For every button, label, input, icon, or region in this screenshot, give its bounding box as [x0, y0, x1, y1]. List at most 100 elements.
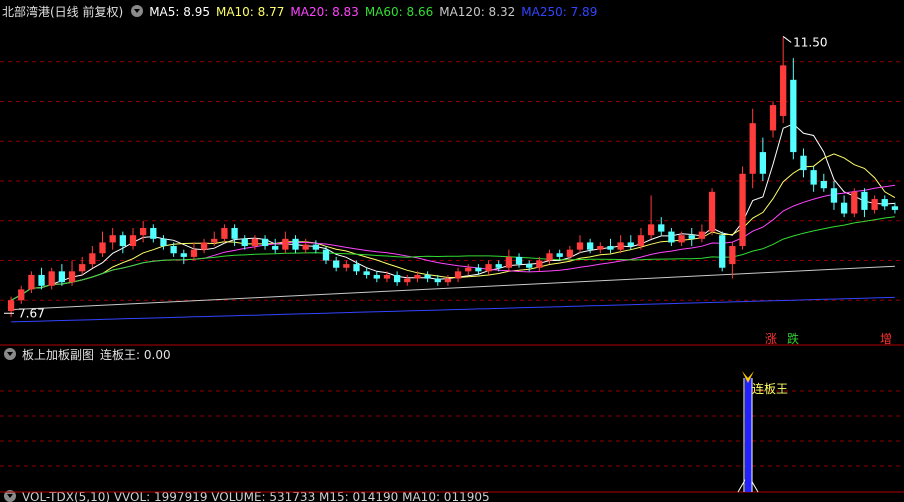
candle-body [180, 253, 187, 257]
candle-body [637, 235, 645, 247]
candle-body [759, 152, 767, 174]
candle-body [343, 264, 350, 268]
candle-body [444, 278, 452, 283]
candle-body [200, 242, 208, 250]
candle-body [485, 264, 492, 272]
candle-body [251, 238, 259, 247]
candle-body [790, 79, 797, 153]
candle-body [820, 181, 827, 189]
candle-body [515, 256, 523, 265]
candle-body [526, 264, 533, 268]
candle-body [698, 231, 706, 239]
grid-lines [0, 61, 904, 493]
candlesticks[interactable] [7, 36, 899, 317]
candle-body [647, 224, 655, 236]
candle-body [617, 242, 624, 250]
candle-body [241, 238, 248, 247]
candle-body [333, 260, 340, 268]
candle-body [546, 253, 553, 261]
candle-body [739, 173, 746, 247]
candle-body [282, 238, 289, 250]
ma120-line [11, 265, 895, 311]
candle-body [851, 191, 858, 214]
candle-body [881, 199, 888, 207]
candle-body [810, 170, 817, 185]
candle-body [434, 278, 441, 283]
candle-body [373, 274, 380, 279]
candle-body [688, 235, 695, 239]
candle-body [170, 246, 177, 254]
candle-body [861, 191, 868, 210]
signal-badge: 涨 [765, 331, 777, 346]
candle-body [312, 244, 320, 250]
candle-body [18, 289, 25, 301]
candle-body [729, 246, 736, 265]
candle-body [353, 264, 360, 272]
candle-body [505, 256, 513, 268]
candle-body [658, 224, 665, 232]
candle-body [292, 238, 299, 250]
candle-body [261, 238, 269, 247]
candle-body [58, 271, 66, 283]
candle-body [302, 244, 309, 250]
candle-body [454, 271, 462, 279]
candle-body [393, 274, 401, 283]
candle-body [424, 274, 431, 279]
candle-body [871, 199, 878, 210]
candle-body [576, 242, 584, 250]
candle-body [221, 227, 228, 239]
candle-body [150, 227, 157, 239]
candle-body [668, 231, 675, 243]
candle-body [607, 246, 614, 250]
candle-body [891, 206, 899, 210]
candle-body [190, 249, 198, 257]
ma250-line [11, 296, 895, 323]
low-price-label: 7.67 [18, 306, 45, 320]
candle-body [404, 278, 411, 283]
candle-body [129, 235, 137, 247]
candle-body [139, 227, 147, 236]
signal-badge: 跌 [787, 331, 799, 346]
candle-body [800, 155, 807, 171]
candle-body [7, 300, 15, 312]
candle-body [68, 271, 76, 283]
sub-chart-signals: 连板王 [737, 371, 788, 493]
candle-body [566, 249, 573, 257]
ma-line [10, 123, 895, 301]
candle-body [414, 274, 421, 279]
candle-body [211, 238, 218, 243]
signal-bar [745, 378, 752, 492]
candle-body [89, 253, 96, 265]
candle-body [231, 227, 238, 239]
candle-body [556, 253, 563, 257]
candle-body [708, 191, 716, 232]
candle-body [597, 246, 604, 250]
ma-line [10, 184, 895, 301]
candle-body [586, 242, 594, 250]
candle-body [840, 202, 848, 214]
candle-body [749, 123, 756, 174]
candle-body [119, 235, 126, 247]
candle-body [780, 65, 787, 116]
candle-body [272, 246, 279, 250]
candle-body [160, 238, 167, 247]
candle-body [475, 267, 482, 272]
candle-body [769, 105, 777, 131]
candle-body [79, 264, 86, 272]
stock-chart[interactable]: 11.50 7.67 涨跌 增 连板王 [0, 0, 904, 502]
candle-body [363, 271, 370, 275]
signal-label: 连板王 [752, 381, 788, 396]
candle-body [627, 242, 634, 247]
candle-body [383, 274, 391, 279]
candle-body [322, 249, 330, 261]
candle-body [495, 264, 502, 268]
candle-body [28, 274, 35, 290]
high-price-label: 11.50 [793, 35, 827, 49]
candle-body [719, 235, 726, 268]
candle-body [465, 267, 472, 272]
candle-body [536, 260, 543, 268]
candle-body [109, 235, 116, 243]
annotations: 11.50 7.67 涨跌 增 [4, 35, 892, 346]
candle-body [48, 271, 55, 286]
signal-badge: 增 [880, 332, 892, 346]
